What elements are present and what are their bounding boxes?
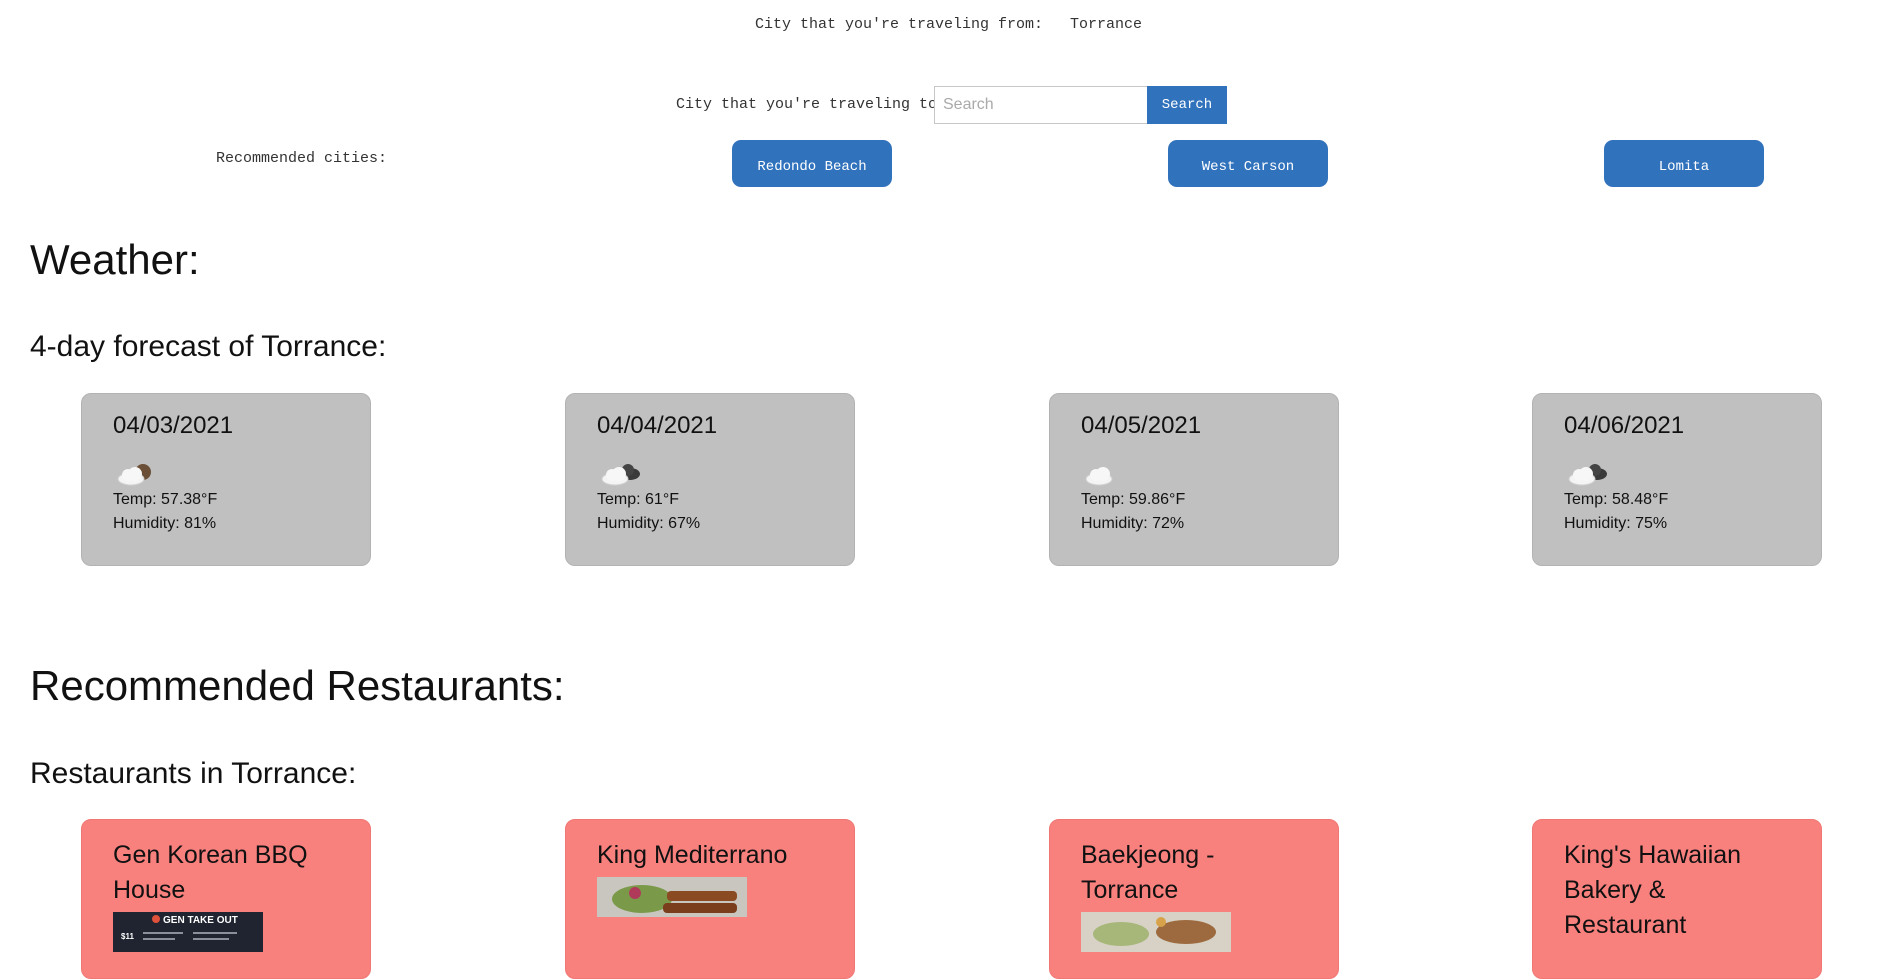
forecast-date: 04/05/2021 [1081, 412, 1202, 439]
recommended-city-redondo-beach-button[interactable]: Redondo Beach [732, 140, 892, 187]
forecast-temp: Temp: 58.48°F [1564, 491, 1669, 508]
restaurant-card[interactable]: Gen Korean BBQ House GEN TAKE OUT $11 [81, 819, 371, 979]
svg-text:GEN TAKE OUT: GEN TAKE OUT [163, 915, 238, 926]
forecast-humidity: Humidity: 67% [597, 515, 701, 532]
svg-text:$11: $11 [121, 932, 134, 941]
restaurant-name: King Mediterrano [597, 841, 788, 869]
forecast-date: 04/04/2021 [597, 412, 718, 439]
weather-card: 04/03/2021 Temp: 57.38°F Humidity: 81% [81, 393, 371, 566]
forecast-temp: Temp: 59.86°F [1081, 491, 1186, 508]
weather-heading: Weather: [30, 236, 200, 283]
restaurant-photo: GEN TAKE OUT $11 [113, 912, 263, 952]
broken-clouds-icon [113, 458, 370, 488]
from-city-value: Torrance [1070, 16, 1143, 33]
forecast-title: 4-day forecast of Torrance: [30, 330, 387, 363]
restaurant-photo [597, 877, 747, 917]
scattered-clouds-icon [1564, 458, 1821, 488]
forecast-humidity: Humidity: 75% [1564, 515, 1668, 532]
restaurants-city-title: Restaurants in Torrance: [30, 757, 357, 790]
recommended-cities-label: Recommended cities: [216, 150, 388, 167]
weather-card: 04/05/2021 Temp: 59.86°F Humidity: 72% [1049, 393, 1339, 566]
restaurant-card[interactable]: King Mediterrano [565, 819, 855, 979]
restaurant-name: King's Hawaiian Bakery & Restaurant [1564, 841, 1742, 939]
forecast-humidity: Humidity: 72% [1081, 515, 1185, 532]
search-input[interactable] [934, 86, 1148, 124]
forecast-humidity: Humidity: 81% [113, 515, 217, 532]
weather-card: 04/04/2021 Temp: 61°F Humidity: 67% [565, 393, 855, 566]
restaurant-photo [1081, 912, 1231, 952]
weather-card: 04/06/2021 Temp: 58.48°F Humidity: 75% [1532, 393, 1822, 566]
restaurants-heading: Recommended Restaurants: [30, 662, 565, 709]
restaurant-card[interactable]: King's Hawaiian Bakery & Restaurant [1532, 819, 1822, 979]
restaurant-name: Baekjeong - Torrance [1081, 841, 1215, 904]
recommended-city-lomita-button[interactable]: Lomita [1604, 140, 1764, 187]
search-button[interactable]: Search [1147, 86, 1227, 124]
recommended-city-west-carson-button[interactable]: West Carson [1168, 140, 1328, 187]
destination-search-row: City that you're traveling to: Search [0, 86, 1897, 126]
from-city-row: City that you're traveling from: Torranc… [0, 16, 1897, 33]
forecast-date: 04/03/2021 [113, 412, 234, 439]
from-city-label: City that you're traveling from: [754, 16, 1043, 33]
forecast-temp: Temp: 57.38°F [113, 491, 218, 508]
to-city-label: City that you're traveling to: [676, 96, 947, 113]
few-clouds-icon [1081, 458, 1338, 488]
forecast-temp: Temp: 61°F [597, 491, 679, 508]
restaurant-name: Gen Korean BBQ House [113, 841, 308, 904]
scattered-clouds-icon [597, 458, 854, 488]
restaurant-card[interactable]: Baekjeong - Torrance [1049, 819, 1339, 979]
forecast-date: 04/06/2021 [1564, 412, 1685, 439]
